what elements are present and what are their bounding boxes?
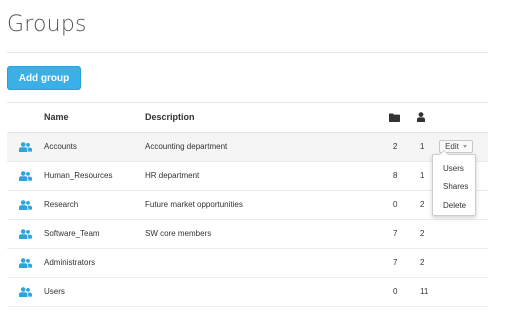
table-row[interactable]: Users 0 11 (7, 278, 488, 307)
group-description: SW core members (145, 229, 212, 238)
group-description: Future market opportunities (145, 200, 243, 209)
group-icon (19, 287, 32, 297)
menu-item-delete[interactable]: Delete (443, 201, 466, 210)
group-name: Accounts (44, 142, 77, 151)
menu-item-users[interactable]: Users (443, 164, 464, 173)
group-share-count: 7 (393, 229, 398, 238)
table-row[interactable]: Accounts Accounting department 2 1 Edit (7, 133, 488, 162)
table-header: Name Description (7, 102, 488, 133)
folder-icon (389, 113, 400, 124)
add-group-button[interactable]: Add group (7, 66, 81, 90)
group-user-count: 11 (420, 287, 429, 296)
group-user-count: 1 (420, 142, 425, 151)
group-user-count: 1 (420, 171, 425, 180)
table-row[interactable]: Software_Team SW core members 7 2 (7, 220, 488, 249)
table-row[interactable]: Administrators 7 2 (7, 249, 488, 278)
group-icon (19, 171, 32, 181)
edit-dropdown-menu: Users Shares Delete (432, 150, 476, 216)
group-description: Accounting department (145, 142, 228, 151)
group-share-count: 0 (393, 200, 398, 209)
group-name: Users (44, 287, 65, 296)
page-title: Groups (7, 12, 87, 37)
group-icon (19, 200, 32, 210)
group-description: HR department (145, 171, 200, 180)
menu-item-shares[interactable]: Shares (443, 182, 468, 191)
group-user-count: 2 (420, 200, 425, 209)
table-row[interactable]: Human_Resources HR department 8 1 (7, 162, 488, 191)
column-header-name[interactable]: Name (44, 103, 69, 132)
column-header-description[interactable]: Description (145, 103, 195, 132)
group-user-count: 2 (420, 229, 425, 238)
group-share-count: 7 (393, 258, 398, 267)
group-icon (19, 258, 32, 268)
title-divider (7, 52, 488, 53)
group-name: Research (44, 200, 79, 209)
caret-down-icon (462, 145, 467, 148)
group-share-count: 8 (393, 171, 398, 180)
group-share-count: 0 (393, 287, 398, 296)
group-share-count: 2 (393, 142, 398, 151)
user-icon (417, 112, 425, 124)
group-icon (19, 229, 32, 239)
groups-table: Name Description Accounts Accounting dep… (7, 102, 488, 307)
group-name: Administrators (44, 258, 96, 267)
group-name: Human_Resources (44, 171, 113, 180)
group-user-count: 2 (420, 258, 425, 267)
group-name: Software_Team (44, 229, 100, 238)
group-icon (19, 142, 32, 152)
table-row[interactable]: Research Future market opportunities 0 2 (7, 191, 488, 220)
